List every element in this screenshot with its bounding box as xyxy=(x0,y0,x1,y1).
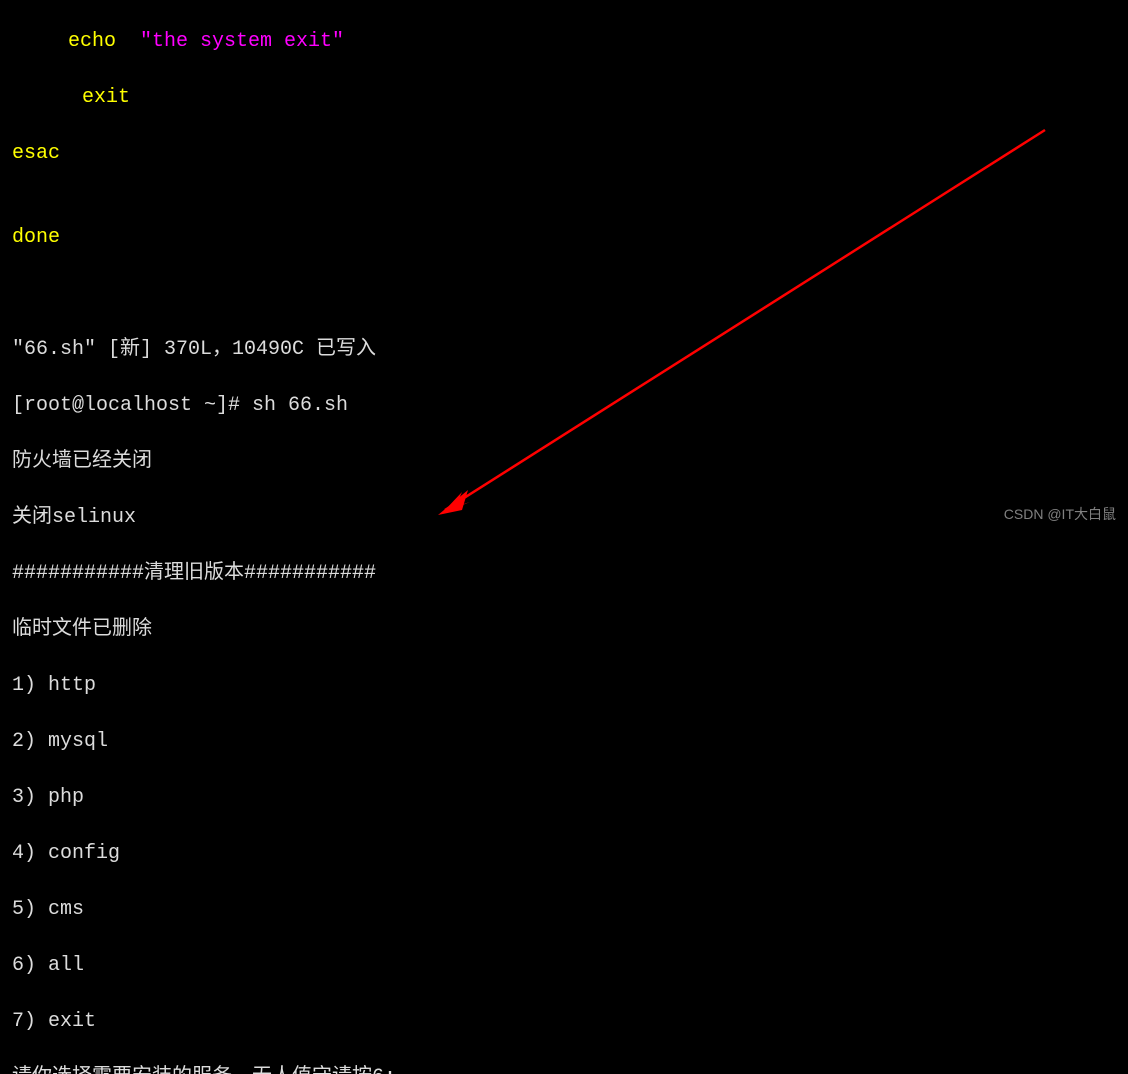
menu-item-config: 4) config xyxy=(12,840,1128,868)
output-cleanup-header: ###########清理旧版本########### xyxy=(12,560,1128,588)
menu-item-mysql: 2) mysql xyxy=(12,728,1128,756)
output-firewall: 防火墙已经关闭 xyxy=(12,448,1128,476)
menu-item-php: 3) php xyxy=(12,784,1128,812)
output-selinux: 关闭selinux xyxy=(12,504,1128,532)
shell-prompt-line: [root@localhost ~]# sh 66.sh xyxy=(12,392,1128,420)
menu-item-cms: 5) cms xyxy=(12,896,1128,924)
vim-status-line: "66.sh" [新] 370L，10490C 已写入 xyxy=(12,336,1128,364)
string-literal: "the system exit" xyxy=(140,30,344,53)
output-temp-deleted: 临时文件已删除 xyxy=(12,616,1128,644)
menu-item-http: 1) http xyxy=(12,672,1128,700)
watermark-text: CSDN @IT大白鼠 xyxy=(1004,505,1116,525)
menu-item-all: 6) all xyxy=(12,952,1128,980)
shell-prompt: [root@localhost ~]# xyxy=(12,394,252,417)
code-line-esac: esac xyxy=(12,140,1128,168)
menu-item-exit: 7) exit xyxy=(12,1008,1128,1036)
code-line-echo: echo "the system exit" xyxy=(12,28,1128,56)
shell-command: sh 66.sh xyxy=(252,394,348,417)
keyword-echo: echo xyxy=(68,30,140,53)
code-line-exit: exit xyxy=(12,84,1128,112)
code-line-done: done xyxy=(12,224,1128,252)
input-prompt[interactable]: 请你选择需要安装的服务，无人值守请按6: xyxy=(12,1064,1128,1074)
terminal-output[interactable]: echo "the system exit" exit esac done "6… xyxy=(0,0,1128,1074)
